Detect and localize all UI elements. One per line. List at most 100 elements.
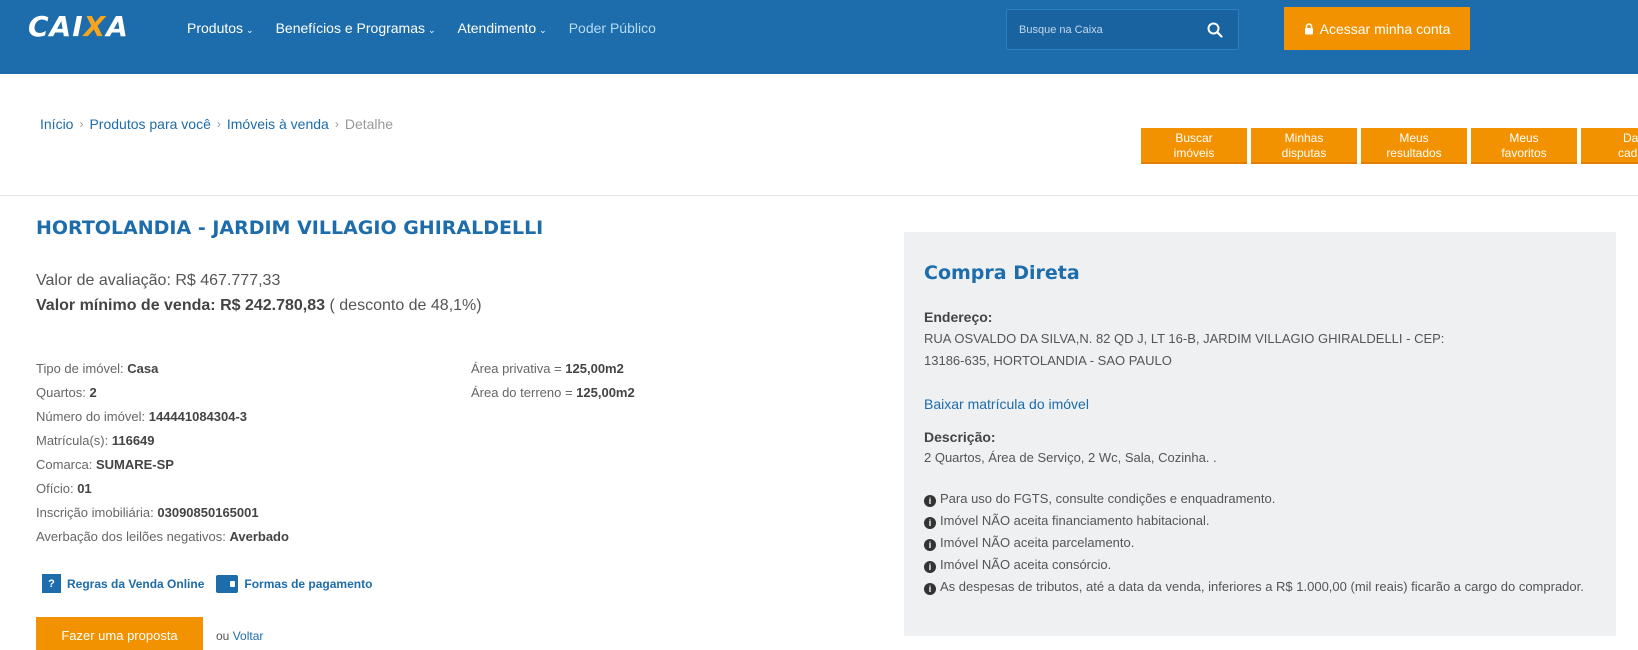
registration-data-button[interactable]: Dad cadas	[1581, 128, 1638, 164]
detail-row: Averbação dos leilões negativos: Averbad…	[36, 525, 289, 549]
area-label: Área do terreno =	[471, 385, 577, 400]
my-results-button[interactable]: Meus resultados	[1361, 128, 1467, 164]
wallet-icon	[216, 574, 239, 593]
detail-row: Tipo de imóvel: Casa	[36, 357, 289, 381]
list-item: i As despesas de tributos, até a data da …	[924, 576, 1594, 598]
breadcrumb-separator: ›	[79, 117, 84, 131]
search-properties-button[interactable]: Buscar imóveis	[1141, 128, 1247, 164]
area-value: 125,00m2	[576, 385, 635, 400]
area-label: Área privativa =	[471, 361, 566, 376]
detail-label: Averbação dos leilões negativos:	[36, 529, 230, 544]
info-icon: i	[924, 495, 936, 507]
info-icon: i	[924, 539, 936, 551]
info-icon: i	[924, 583, 936, 595]
detail-row: Quartos: 2	[36, 381, 289, 405]
info-links: ? Regras da Venda Online Formas de pagam…	[42, 574, 384, 593]
info-icon: i	[924, 561, 936, 573]
search-input[interactable]	[1019, 21, 1199, 39]
main-nav: Produtos ⌄ Benefícios e Programas ⌄ Atendi…	[187, 20, 656, 36]
property-areas: Área privativa = 125,00m2 Área do terren…	[471, 357, 635, 405]
breadcrumb-imoveis[interactable]: Imóveis à venda	[227, 116, 329, 132]
detail-label: Ofício:	[36, 481, 78, 496]
nav-item-label: Poder Público	[568, 20, 656, 36]
detail-row: Número do imóvel: 144441084304-3	[36, 405, 289, 429]
detail-value: 03090850165001	[157, 505, 259, 520]
chevron-down-icon: ⌄	[428, 25, 436, 35]
detail-value: 01	[77, 481, 92, 496]
detail-label: Comarca:	[36, 457, 96, 472]
back-link[interactable]: Voltar	[233, 629, 264, 643]
lock-icon	[1304, 22, 1313, 34]
detail-value: Averbado	[229, 529, 289, 544]
list-item: i Imóvel NÃO aceita consórcio.	[924, 554, 1594, 576]
search-icon[interactable]	[1206, 21, 1224, 39]
valuation-line: Valor de avaliação: R$ 467.777,33	[36, 272, 280, 290]
logo-text-right: A	[106, 10, 129, 43]
note-text: As despesas de tributos, até a data da v…	[940, 579, 1584, 594]
detail-value: SUMARE-SP	[95, 457, 174, 472]
section-divider	[0, 195, 1638, 196]
note-text: Para uso do FGTS, consulte condições e e…	[940, 491, 1276, 506]
address-text: RUA OSVALDO DA SILVA,N. 82 QD J, LT 16-B…	[924, 328, 1444, 372]
detail-value: 116649	[111, 433, 155, 448]
note-text: Imóvel NÃO aceita financiamento habitaci…	[940, 513, 1210, 528]
breadcrumb: Início › Produtos para você › Imóveis à …	[40, 116, 393, 132]
valuation-value: R$ 467.777,33	[175, 272, 281, 289]
nav-item-beneficios[interactable]: Benefícios e Programas ⌄	[276, 20, 436, 36]
address-line-1: RUA OSVALDO DA SILVA,N. 82 QD J, LT 16-B…	[924, 331, 1445, 346]
payment-methods-link[interactable]: Formas de pagamento	[216, 574, 373, 593]
quick-actions: Buscar imóveis Minhas disputas Meus resu…	[1141, 128, 1638, 164]
list-item: i Para uso do FGTS, consulte condições e …	[924, 488, 1594, 510]
sale-info-panel: Compra Direta Endereço: RUA OSVALDO DA S…	[904, 232, 1616, 636]
detail-row: Inscrição imobiliária: 03090850165001	[36, 501, 289, 525]
search-box	[1006, 9, 1239, 50]
sale-rules-link[interactable]: ? Regras da Venda Online	[42, 574, 204, 593]
area-row: Área privativa = 125,00m2	[471, 357, 635, 381]
make-proposal-button[interactable]: Fazer uma proposta	[36, 617, 203, 650]
my-favorites-button[interactable]: Meus favoritos	[1471, 128, 1577, 164]
address-line-2: 13186-635, HORTOLANDIA - SAO PAULO	[924, 353, 1172, 368]
detail-label: Número do imóvel:	[36, 409, 149, 424]
area-row: Área do terreno = 125,00m2	[471, 381, 635, 405]
detail-label: Inscrição imobiliária:	[36, 505, 158, 520]
property-details: Tipo de imóvel: Casa Quartos: 2 Número d…	[36, 357, 289, 549]
address-label: Endereço:	[924, 309, 993, 325]
sale-rules-label: Regras da Venda Online	[67, 576, 205, 591]
chevron-down-icon: ⌄	[539, 25, 547, 35]
note-text: Imóvel NÃO aceita consórcio.	[940, 557, 1112, 572]
detail-row: Matrícula(s): 116649	[36, 429, 289, 453]
nav-item-atendimento[interactable]: Atendimento ⌄	[458, 20, 547, 36]
breadcrumb-current: Detalhe	[344, 116, 394, 132]
breadcrumb-inicio[interactable]: Início	[40, 116, 73, 132]
top-header: CAIXA Produtos ⌄ Benefícios e Programas ⌄ …	[0, 0, 1638, 74]
nav-item-produtos[interactable]: Produtos ⌄	[187, 20, 254, 36]
min-price-value: R$ 242.780,83	[220, 297, 326, 314]
detail-label: Quartos:	[36, 385, 90, 400]
logo-text-x: X	[83, 10, 107, 43]
list-item: i Imóvel NÃO aceita parcelamento.	[924, 532, 1594, 554]
info-icon: i	[924, 517, 936, 529]
description-text: 2 Quartos, Área de Serviço, 2 Wc, Sala, …	[924, 450, 1217, 465]
download-registration-link[interactable]: Baixar matrícula do imóvel	[924, 396, 1089, 412]
breadcrumb-produtos[interactable]: Produtos para você	[89, 116, 210, 132]
conditions-list: i Para uso do FGTS, consulte condições e …	[924, 488, 1594, 598]
min-price-label: Valor mínimo de venda:	[36, 297, 216, 314]
detail-value: 2	[89, 385, 97, 400]
back-line: ou Voltar	[216, 629, 263, 643]
logo-text-left: CAI	[28, 10, 84, 43]
access-account-button[interactable]: Acessar minha conta	[1284, 7, 1470, 50]
caixa-logo[interactable]: CAIXA	[28, 10, 129, 43]
access-account-label: Acessar minha conta	[1319, 20, 1451, 37]
my-disputes-button[interactable]: Minhas disputas	[1251, 128, 1357, 164]
breadcrumb-separator: ›	[216, 117, 221, 131]
detail-label: Matrícula(s):	[36, 433, 112, 448]
description-label: Descrição:	[924, 429, 996, 445]
note-text: Imóvel NÃO aceita parcelamento.	[940, 535, 1135, 550]
nav-item-poder-publico[interactable]: Poder Público	[569, 20, 656, 36]
detail-label: Tipo de imóvel:	[36, 361, 128, 376]
payment-methods-label: Formas de pagamento	[244, 576, 373, 591]
detail-value: 144441084304-3	[148, 409, 248, 424]
nav-item-label: Produtos	[187, 20, 244, 36]
nav-item-label: Benefícios e Programas	[275, 20, 425, 36]
back-prefix: ou	[216, 629, 233, 643]
